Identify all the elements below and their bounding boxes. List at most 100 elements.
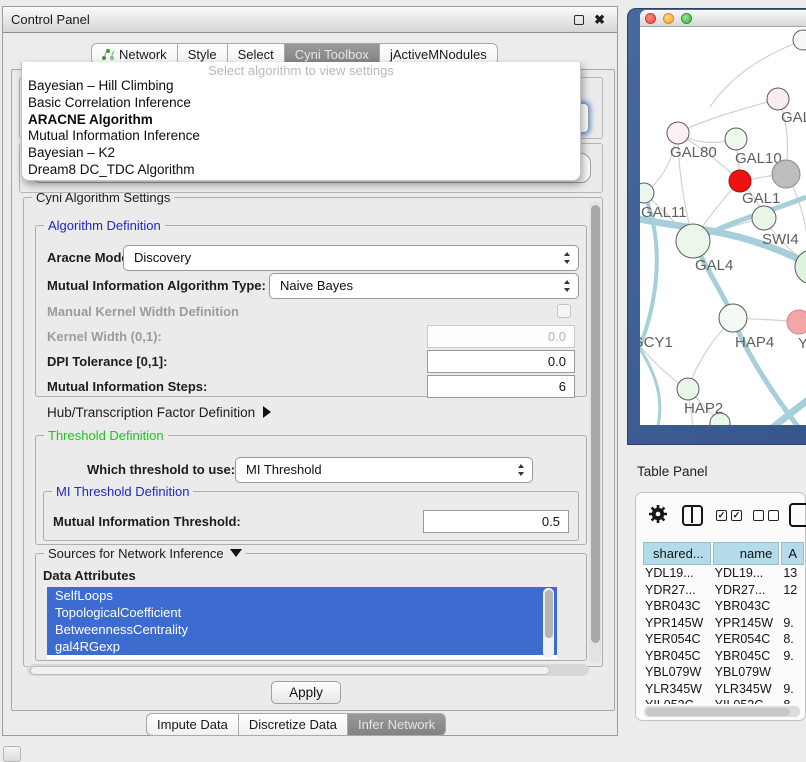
settings-scrollbar-thumb[interactable] [591, 205, 600, 643]
table-cell[interactable]: 12 [781, 582, 804, 599]
table-cell[interactable]: YPR145W [713, 615, 780, 632]
network-node[interactable] [729, 170, 751, 192]
network-node-gal80[interactable] [667, 122, 689, 144]
attribute-item-selfloops[interactable]: SelfLoops [47, 587, 557, 604]
algorithm-option-dream8-dc-tdc-algorithm[interactable]: Dream8 DC_TDC Algorithm [22, 162, 580, 179]
table-cell[interactable]: YBR043C [643, 598, 711, 615]
control-panel-window: Control Panel ✖ NetworkStyleSelectCyni T… [2, 6, 618, 736]
algorithm-option-basic-correlation-inference[interactable]: Basic Correlation Inference [22, 95, 580, 112]
data-attributes-list[interactable]: SelfLoopsTopologicalCoefficientBetweenne… [47, 587, 557, 659]
bottom-tab-infer-network[interactable]: Infer Network [348, 713, 446, 736]
close-traffic-light[interactable] [645, 13, 656, 24]
bottom-tab-impute-data[interactable]: Impute Data [146, 713, 239, 736]
select-all-icon[interactable]: ✓ ✓ [716, 510, 742, 521]
table-row[interactable]: YIL052CYIL052C8. [643, 697, 804, 704]
column-header-shared[interactable]: shared... [643, 542, 711, 565]
settings-hscrollbar-thumb[interactable] [30, 666, 550, 675]
table-cell[interactable]: YER054C [713, 631, 780, 648]
network-node-hap2[interactable] [677, 378, 699, 400]
network-node-gal1[interactable] [752, 206, 776, 230]
sources-title[interactable]: Sources for Network Inference [44, 546, 246, 561]
column-header-a[interactable]: A [781, 542, 804, 565]
network-node-gal10[interactable] [725, 128, 747, 150]
table-row[interactable]: YDL19...YDL19...13 [643, 565, 804, 582]
table-cell[interactable]: YER054C [643, 631, 711, 648]
table-row[interactable]: YLR345WYLR345W9. [643, 681, 804, 698]
algorithm-option-aracne-algorithm[interactable]: ARACNE Algorithm [22, 112, 580, 129]
table-cell[interactable]: YDL19... [643, 565, 711, 582]
table-cell[interactable]: 9. [781, 615, 804, 632]
network-node-hap4[interactable] [719, 304, 747, 332]
table-row[interactable]: YDR27...YDR27...12 [643, 582, 804, 599]
mi-threshold-field[interactable]: 0.5 [423, 510, 569, 533]
table-row[interactable]: YBR045CYBR045C9. [643, 648, 804, 665]
table-cell[interactable]: YBR043C [713, 598, 780, 615]
zoom-traffic-light[interactable] [681, 13, 692, 24]
settings-vertical-scrollbar[interactable] [589, 201, 601, 663]
table-icon[interactable] [789, 503, 806, 527]
algorithm-option-bayesian-hill-climbing[interactable]: Bayesian – Hill Climbing [22, 78, 580, 95]
kernel-width-field[interactable]: 0.0 [427, 325, 575, 348]
algorithm-option-bayesian-k2[interactable]: Bayesian – K2 [22, 145, 580, 162]
minimize-traffic-light[interactable] [663, 13, 674, 24]
minimized-panel-icon[interactable] [3, 746, 21, 762]
table-row[interactable]: YBL079WYBL079W [643, 664, 804, 681]
table-hscrollbar-thumb[interactable] [646, 708, 790, 716]
network-node-y[interactable] [787, 310, 806, 334]
table-cell[interactable] [781, 598, 804, 615]
table-cell[interactable]: YDR27... [713, 582, 780, 599]
attributes-scrollbar-thumb[interactable] [545, 590, 553, 638]
table-cell[interactable]: YBR045C [713, 648, 780, 665]
hub-definition-expander[interactable]: Hub/Transcription Factor Definition [47, 405, 271, 420]
table-cell[interactable]: YDR27... [643, 582, 711, 599]
table-cell[interactable]: YBL079W [713, 664, 780, 681]
attribute-item-topologicalcoefficient[interactable]: TopologicalCoefficient [47, 604, 557, 621]
table-cell[interactable]: YLR345W [643, 681, 711, 698]
table-row[interactable]: YBR043CYBR043C [643, 598, 804, 615]
table-horizontal-scrollbar[interactable] [644, 706, 800, 717]
deselect-all-icon[interactable] [753, 510, 779, 521]
float-window-icon[interactable] [574, 15, 584, 25]
column-header-name[interactable]: name [713, 542, 780, 565]
node-table-grid: shared...nameA YDL19...YDL19...13YDR27..… [641, 542, 806, 704]
bottom-tab-discretize-data[interactable]: Discretize Data [239, 713, 348, 736]
table-cell[interactable]: YBR045C [643, 648, 711, 665]
settings-horizontal-scrollbar[interactable] [27, 664, 589, 676]
mi-steps-field[interactable]: 6 [427, 375, 575, 398]
table-cell[interactable]: YBL079W [643, 664, 711, 681]
network-node-gal4[interactable] [676, 224, 710, 258]
attribute-item-gal4rgexp[interactable]: gal4RGexp [47, 638, 557, 655]
split-columns-icon[interactable] [682, 505, 703, 526]
control-panel-titlebar[interactable]: Control Panel ✖ [3, 7, 617, 33]
table-cell[interactable]: YIL052C [713, 697, 780, 704]
table-cell[interactable]: 9. [781, 648, 804, 665]
manual-kernel-checkbox[interactable] [557, 304, 571, 318]
attribute-item-betweennesscentrality[interactable]: BetweennessCentrality [47, 621, 557, 638]
table-cell[interactable]: 13 [781, 565, 804, 582]
network-canvas[interactable]: GALGAL80GAL10GAL11GAL1SWI4GAL4GCY1HAP4YH… [640, 27, 806, 425]
table-cell[interactable]: YDL19... [713, 565, 780, 582]
table-row[interactable]: YPR145WYPR145W9. [643, 615, 804, 632]
table-row[interactable]: YER054CYER054C8. [643, 631, 804, 648]
dpi-tolerance-field[interactable]: 0.0 [427, 350, 575, 373]
attributes-scrollbar[interactable] [543, 588, 554, 658]
gear-icon[interactable] [648, 504, 668, 524]
table-cell[interactable]: YLR345W [713, 681, 780, 698]
table-cell[interactable] [781, 664, 804, 681]
table-cell[interactable]: 8. [781, 697, 804, 704]
network-node-gal[interactable] [767, 88, 789, 110]
close-icon[interactable]: ✖ [594, 11, 605, 29]
aracne-mode-label: Aracne Mode: [47, 250, 133, 265]
table-cell[interactable]: 8. [781, 631, 804, 648]
network-node[interactable] [793, 30, 806, 50]
network-node[interactable] [772, 160, 800, 188]
apply-button[interactable]: Apply [271, 681, 341, 704]
table-cell[interactable]: YIL052C [643, 697, 711, 704]
table-cell[interactable]: YPR145W [643, 615, 711, 632]
algorithm-option-mutual-information-inference[interactable]: Mutual Information Inference [22, 128, 580, 145]
which-threshold-combobox[interactable]: MI Threshold [235, 457, 533, 483]
mi-type-combobox[interactable]: Naive Bayes [269, 273, 579, 299]
aracne-mode-combobox[interactable]: Discovery [123, 245, 579, 271]
bottom-tabs: Impute DataDiscretize DataInfer Network [146, 713, 446, 736]
table-cell[interactable]: 9. [781, 681, 804, 698]
